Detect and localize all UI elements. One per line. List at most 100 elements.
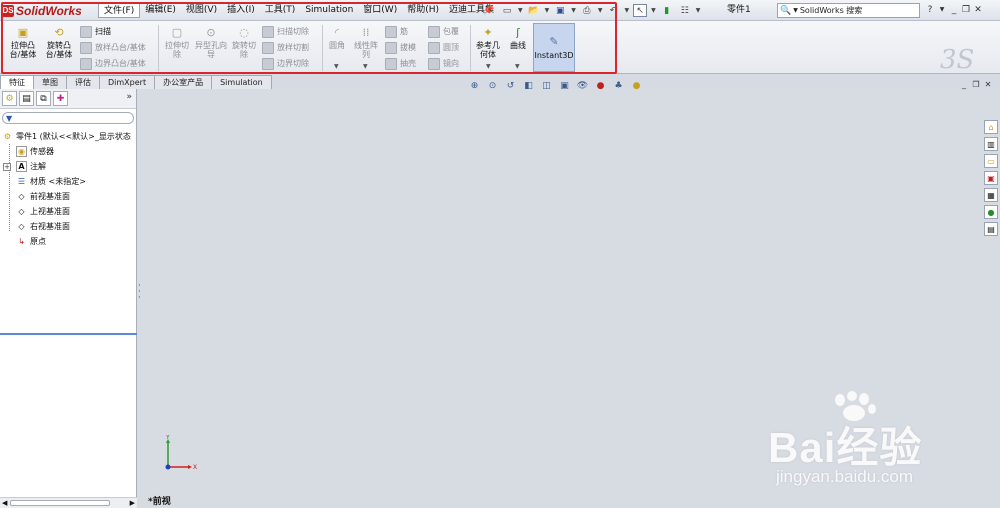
doc-restore-button[interactable]: ❐	[970, 80, 982, 89]
sensor-icon: ◉	[16, 146, 27, 157]
tree-root-label: 零件1 (默认<<默认>_显示状态	[16, 132, 131, 141]
panel-splitter-handle[interactable]: · · ·	[138, 282, 141, 303]
watermark-main-text: Bai经验	[768, 424, 923, 471]
file-explorer-icon[interactable]: ▭	[984, 154, 998, 168]
reference-triad: Y X	[165, 435, 197, 471]
scroll-right-icon[interactable]: ▶	[130, 499, 135, 507]
tab-evaluate[interactable]: 评估	[66, 75, 100, 89]
zoom-to-area-icon[interactable]: ⊙	[486, 80, 499, 92]
help-dropdown-icon[interactable]: ▼	[936, 3, 948, 17]
tree-item-label: 右视基准面	[30, 222, 70, 231]
tree-item-label: 原点	[30, 237, 46, 246]
search-box[interactable]: 🔍 ▼ SolidWorks 搜索	[777, 3, 920, 18]
options-icon[interactable]: ☷	[678, 4, 692, 17]
part-icon: ⚙	[3, 132, 12, 141]
solidworks-resources-icon[interactable]: ⌂	[984, 120, 998, 134]
tab-sketch[interactable]: 草图	[33, 75, 67, 89]
tree-item-annotations[interactable]: + A 注解	[0, 159, 136, 174]
tree-item-label: 材质 <未指定>	[30, 177, 86, 186]
previous-view-icon[interactable]: ↺	[504, 80, 517, 92]
tree-item-sensors[interactable]: ◉ 传感器	[0, 144, 136, 159]
dimxpert-manager-tab-icon[interactable]: ✚	[53, 91, 68, 106]
feature-tree: ⚙ 零件1 (默认<<默认>_显示状态 ◉ 传感器 + A 注解 ☰ 材质 <未…	[0, 127, 136, 249]
material-icon: ☰	[17, 177, 26, 186]
expand-icon[interactable]: +	[3, 162, 11, 171]
hide-show-items-icon[interactable]: 👁	[576, 80, 589, 92]
apply-scene-icon[interactable]: ♣	[612, 80, 625, 92]
search-dropdown-icon[interactable]: ▼	[793, 7, 798, 14]
scroll-thumb[interactable]	[10, 500, 110, 506]
view-name-label: *前视	[148, 497, 171, 507]
rebuild-traffic-light-icon[interactable]: ▮	[660, 4, 674, 17]
search-icon[interactable]: 🔍	[780, 6, 791, 16]
triad-origin	[165, 464, 171, 470]
tree-item-label: 注解	[30, 162, 46, 171]
triad-x-label: X	[193, 464, 197, 471]
graphics-area[interactable]: ⊕ ⊙ ↺ ◧ ◫ ▣ 👁 ● ♣ ● _ ❐ ✕ ⌂ ▥ ▭ ▣ ▦ ● ▤ …	[138, 80, 1000, 508]
configuration-manager-tab-icon[interactable]: ⧉	[36, 91, 51, 106]
baidu-watermark: Bai经验 jingyan.baidu.com	[768, 389, 988, 499]
view-orientation-icon[interactable]: ◫	[540, 80, 553, 92]
origin-icon: ↳	[18, 237, 25, 246]
view-settings-icon[interactable]: ●	[630, 80, 643, 92]
edit-appearance-icon[interactable]: ●	[594, 80, 607, 92]
tab-features[interactable]: 特征	[0, 75, 34, 89]
scroll-left-icon[interactable]: ◀	[2, 499, 7, 507]
view-palette-icon[interactable]: ▦	[984, 188, 998, 202]
more-tabs-icon[interactable]: »	[126, 92, 132, 102]
plane-icon: ◇	[18, 207, 25, 216]
feature-manager-panel: ⚙ ▤ ⧉ ✚ » ▼ ⚙ 零件1 (默认<<默认>_显示状态 ◉ 传感器 + …	[0, 89, 137, 508]
plane-icon: ◇	[18, 222, 25, 231]
appearances-icon[interactable]: ●	[984, 205, 998, 219]
zoom-to-fit-icon[interactable]: ⊕	[468, 80, 481, 92]
triad-x-arrow	[188, 465, 192, 469]
tab-dimxpert[interactable]: DimXpert	[99, 75, 156, 89]
help-icon[interactable]: ?	[924, 3, 936, 17]
tab-simulation[interactable]: Simulation	[211, 75, 272, 89]
undo-dropdown-icon[interactable]: ▼	[625, 7, 630, 14]
minimize-button[interactable]: _	[948, 3, 960, 17]
triad-y-label: Y	[165, 435, 170, 441]
display-style-icon[interactable]: ▣	[558, 80, 571, 92]
horizontal-scrollbar[interactable]: ◀ ▶	[0, 497, 137, 508]
tree-item-origin[interactable]: ↳ 原点	[0, 234, 136, 249]
annotation-icon: A	[16, 161, 27, 172]
tree-item-material[interactable]: ☰ 材质 <未指定>	[0, 174, 136, 189]
section-view-icon[interactable]: ◧	[522, 80, 535, 92]
search-results-icon[interactable]: ▣	[984, 171, 998, 185]
document-title: 零件1	[727, 5, 751, 15]
tree-item-label: 上视基准面	[30, 207, 70, 216]
document-window-controls: _ ❐ ✕	[958, 80, 994, 89]
tree-item-right-plane[interactable]: ◇ 右视基准面	[0, 219, 136, 234]
command-manager-tabs: 特征 草图 评估 DimXpert 办公室产品 Simulation	[0, 75, 272, 89]
select-cursor-icon[interactable]: ↖	[633, 4, 648, 17]
doc-minimize-button[interactable]: _	[958, 80, 970, 89]
filter-icon: ▼	[6, 113, 13, 123]
feature-manager-tab-icon[interactable]: ⚙	[2, 91, 17, 106]
tab-office-products[interactable]: 办公室产品	[154, 75, 213, 89]
close-button[interactable]: ✕	[972, 3, 984, 17]
tree-root-part[interactable]: ⚙ 零件1 (默认<<默认>_显示状态	[0, 129, 136, 144]
property-manager-tab-icon[interactable]: ▤	[19, 91, 34, 106]
solidworks-window: DS SolidWorks 文件(F) 编辑(E) 视图(V) 插入(I) 工具…	[0, 0, 1000, 508]
tree-filter[interactable]: ▼	[2, 112, 134, 124]
restore-button[interactable]: ❐	[960, 3, 972, 17]
tree-item-front-plane[interactable]: ◇ 前视基准面	[0, 189, 136, 204]
tree-item-label: 前视基准面	[30, 192, 70, 201]
watermark-url-text: jingyan.baidu.com	[776, 467, 914, 486]
custom-properties-icon[interactable]: ▤	[984, 222, 998, 236]
ds-logo-icon: 3S	[940, 45, 975, 75]
plane-icon: ◇	[18, 192, 25, 201]
panel-tabs: ⚙ ▤ ⧉ ✚ »	[0, 89, 136, 109]
select-dropdown-icon[interactable]: ▼	[651, 7, 656, 14]
panel-divider	[0, 333, 137, 335]
heads-up-view-toolbar: ⊕ ⊙ ↺ ◧ ◫ ▣ 👁 ● ♣ ●	[468, 79, 648, 93]
search-placeholder: SolidWorks 搜索	[799, 6, 863, 15]
task-pane-tabs: ⌂ ▥ ▭ ▣ ▦ ● ▤	[984, 120, 999, 239]
design-library-icon[interactable]: ▥	[984, 137, 998, 151]
tree-item-top-plane[interactable]: ◇ 上视基准面	[0, 204, 136, 219]
tree-item-label: 传感器	[30, 147, 54, 156]
window-controls: ? ▼ _ ❐ ✕	[924, 3, 984, 17]
doc-close-button[interactable]: ✕	[982, 80, 994, 89]
options-dropdown-icon[interactable]: ▼	[696, 7, 701, 14]
